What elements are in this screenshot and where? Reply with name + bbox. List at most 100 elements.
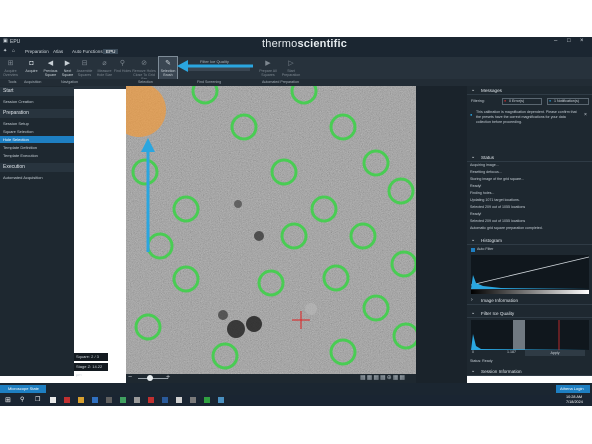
chevron-down-icon: ⌄ — [471, 310, 476, 316]
stage-z-readout: Stage Z: 14.22 µm — [74, 363, 108, 377]
messages-header[interactable]: ⌄ Messages — [467, 86, 592, 95]
chevron-down-icon: ⌄ — [471, 154, 476, 160]
app-icon[interactable] — [92, 397, 98, 403]
nav-hole-selection[interactable]: Hole Selection — [0, 136, 74, 143]
ice-quality-low-value: 0 — [472, 350, 474, 354]
notification-text: This calibration is magnification depend… — [476, 110, 577, 124]
chevron-right-icon: › — [471, 297, 473, 303]
menu-bar: ✦ ⌂ Preparation Atlas Auto Functions EPU — [0, 48, 592, 57]
measure-icon: ⌀ — [102, 60, 107, 67]
app-icon[interactable] — [148, 397, 154, 403]
status-line: Storing image of the grid square... — [470, 177, 525, 181]
app-icon[interactable] — [50, 397, 56, 403]
taskbar-date: 7/18/2024 — [566, 400, 583, 404]
image-information-header[interactable]: › Image Information — [467, 296, 592, 305]
status-line: Finding holes... — [470, 191, 495, 195]
menu-atlas[interactable]: Atlas — [53, 49, 63, 54]
nav-session-creation[interactable]: Session Creation — [0, 98, 74, 105]
measure-hole-size-button[interactable]: ⌀ Measure Hole Size — [95, 57, 114, 79]
assemble-squares-button[interactable]: ⊟ Assemble Squares — [75, 57, 94, 79]
status-line: Ready! — [470, 212, 482, 216]
maximize-icon[interactable]: □ — [567, 38, 571, 44]
taskbar: ⊞ ⚲ ❐ 10:28 AM 7/18/2024 — [0, 395, 592, 406]
panel-gutter — [416, 86, 467, 383]
app-icon[interactable] — [190, 397, 196, 403]
start-preparation-button[interactable]: ▷ Start Preparation — [280, 57, 302, 79]
nav-square-selection[interactable]: Square Selection — [0, 128, 74, 135]
remove-icon: ⊘ — [141, 60, 147, 67]
windows-start-icon[interactable]: ⊞ — [5, 396, 11, 404]
menu-auto-functions[interactable]: Auto Functions — [72, 49, 103, 54]
zoom-out-icon[interactable]: − — [128, 374, 132, 382]
notifications-filter[interactable]: ● 1 Notification(s) — [547, 98, 589, 105]
zoom-in-icon[interactable]: + — [166, 374, 170, 382]
apply-button[interactable]: Apply — [525, 350, 585, 356]
ice-quality-mid-value: 1.187 — [507, 350, 516, 354]
filtering-label: Filtering: — [471, 99, 485, 103]
histogram-header[interactable]: ⌄ Histogram — [467, 236, 592, 245]
app-icon[interactable] — [120, 397, 126, 403]
section-execution[interactable]: Execution — [0, 163, 74, 172]
status-line: Updating 1071 target locations. — [470, 198, 520, 202]
auto-filter-checkbox[interactable] — [471, 248, 475, 252]
prepare-all-squares-button[interactable]: ▶ Prepare All Squares — [258, 57, 278, 79]
login-button[interactable]: Athena Login — [556, 385, 590, 393]
status-line: Automatic grid square preparation comple… — [470, 226, 543, 230]
epu-taskbar-icon[interactable] — [218, 397, 224, 403]
section-preparation[interactable]: Preparation — [0, 109, 74, 118]
section-start[interactable]: Start — [0, 87, 74, 96]
status-line: Resetting defocus... — [470, 170, 502, 174]
nav-template-execution[interactable]: Template Execution — [0, 152, 74, 159]
micrograph-canvas[interactable] — [126, 86, 416, 374]
nav-template-definition[interactable]: Template Definition — [0, 144, 74, 151]
status-line: Selected 209 out of 1055 locations — [470, 219, 526, 223]
app-icon[interactable] — [134, 397, 140, 403]
filter-ice-quality-header[interactable]: ⌄ Filter Ice Quality — [467, 309, 592, 318]
section-tools: Tools — [8, 80, 17, 84]
histogram-chart — [471, 255, 589, 289]
task-view-icon[interactable]: ❐ — [35, 396, 40, 403]
auto-filter-label: Auto Filter — [477, 247, 494, 251]
menu-epu[interactable]: EPU — [103, 49, 119, 54]
app-icon[interactable] — [64, 397, 70, 403]
info-icon: ● — [549, 99, 552, 103]
errors-filter[interactable]: ● 0 Error(s) — [502, 98, 542, 105]
dismiss-icon[interactable]: × — [584, 112, 587, 118]
app-icon[interactable] — [204, 397, 210, 403]
app-icon[interactable] — [106, 397, 112, 403]
acquire-overview-button[interactable]: ⊞ Acquire Overview — [1, 57, 20, 79]
section-navigation: Navigation — [61, 80, 78, 84]
remove-holes-button[interactable]: ⊘Remove Holes Close To Grid Bar — [130, 57, 158, 81]
app-icon[interactable] — [78, 397, 84, 403]
microscope-state-button[interactable]: Microscope State — [0, 385, 46, 393]
acquire-button[interactable]: ◘ Acquire — [22, 57, 41, 79]
zoom-slider[interactable] — [138, 378, 168, 379]
app-menu-icon[interactable]: ✦ — [3, 48, 7, 54]
status-header[interactable]: ⌄ Status — [467, 153, 592, 162]
close-icon[interactable]: × — [580, 38, 584, 44]
zoom-slider-handle[interactable] — [147, 375, 153, 381]
prepare-icon: ▶ — [265, 60, 271, 67]
chevron-down-icon: ⌄ — [471, 87, 476, 93]
app-icon[interactable] — [162, 397, 168, 403]
image-tools-icons[interactable]: ▦▦▦▦⊕▦▦ — [360, 374, 406, 381]
menu-preparation[interactable]: Preparation — [25, 49, 49, 54]
chevron-down-icon: ⌄ — [471, 368, 476, 374]
section-acquisition: Acquisition — [24, 80, 42, 84]
home-icon[interactable]: ⌂ — [12, 48, 15, 54]
error-icon: ● — [504, 99, 507, 103]
minimize-icon[interactable]: – — [554, 38, 557, 44]
app-icon[interactable] — [176, 397, 182, 403]
session-information-header[interactable]: ⌄ Session Information — [467, 367, 592, 376]
section-find-screening: Find Screening — [197, 80, 222, 84]
notification-info-icon: ● — [470, 112, 473, 117]
search-icon[interactable]: ⚲ — [20, 396, 24, 403]
nav-automated-acquisition[interactable]: Automated Acquisition — [0, 174, 74, 181]
nav-session-setup[interactable]: Session Setup — [0, 120, 74, 127]
ice-quality-histogram[interactable] — [471, 320, 589, 350]
status-line: Selected 209 out of 1055 locations — [470, 205, 526, 209]
grid-square-image[interactable] — [126, 86, 416, 374]
info-panel: ⌄ Messages Filtering: ● 0 Error(s) ● 1 Noti… — [467, 86, 592, 376]
app-logo-icon: ▣ — [3, 38, 8, 44]
section-selection: Selection — [138, 80, 153, 84]
